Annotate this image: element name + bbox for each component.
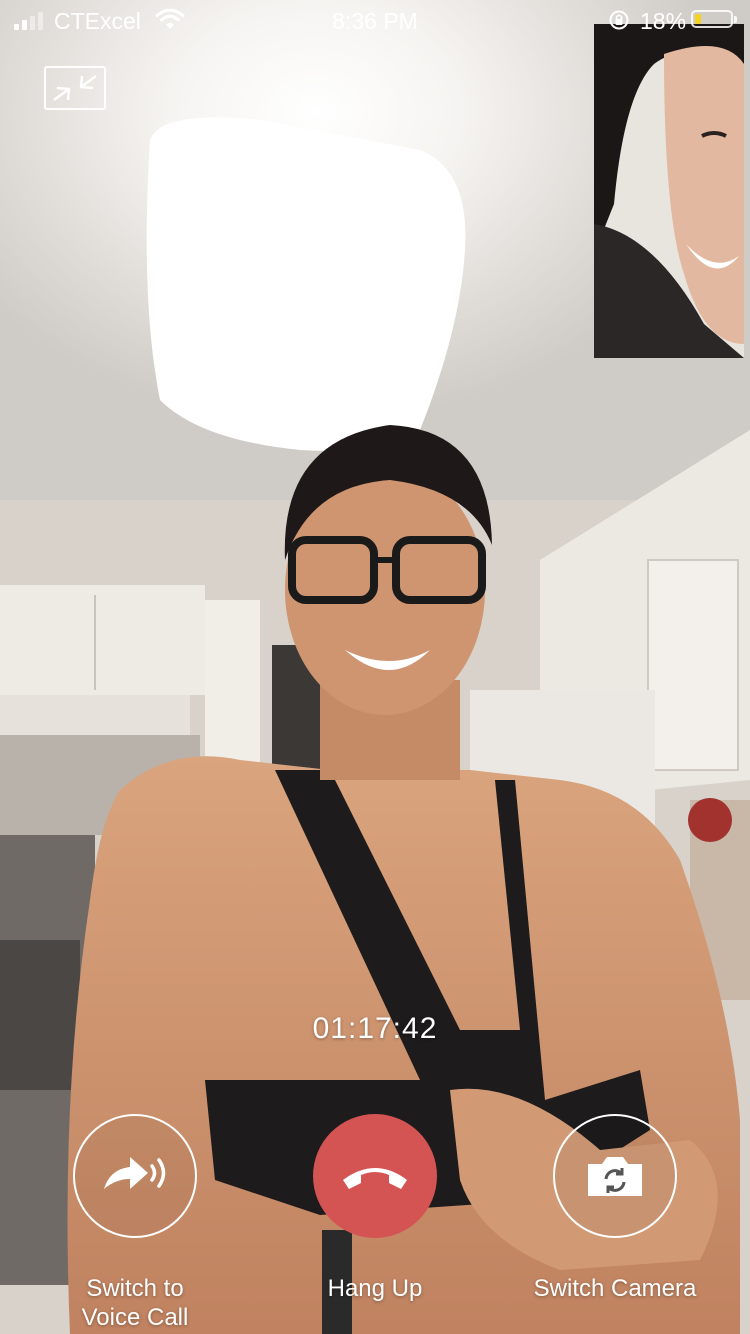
battery-percentage: 18% (640, 8, 687, 34)
status-time: 8:36 PM (332, 8, 418, 34)
minimize-call-button[interactable] (44, 66, 106, 110)
switch-to-voice-line-2: Voice Call (81, 1304, 189, 1331)
arrow-sound-icon (104, 1157, 166, 1189)
switch-camera-button[interactable] (553, 1114, 677, 1238)
call-duration: 01:17:42 (312, 1012, 438, 1045)
phone-hangup-icon (343, 1168, 407, 1189)
battery-icon (691, 10, 737, 28)
switch-to-voice-call-label: Switch to Voice Call (35, 1274, 235, 1332)
status-bar: CTExcel 8:36 PM 18% (0, 0, 750, 40)
orientation-lock-icon (608, 9, 630, 37)
battery-level-fill (695, 14, 701, 24)
switch-to-voice-line-1: Switch to (86, 1275, 184, 1302)
hang-up-button[interactable] (313, 1114, 437, 1238)
switch-to-voice-call-button[interactable] (73, 1114, 197, 1238)
self-preview-video[interactable] (594, 24, 744, 358)
hang-up-action: Hang Up (275, 1114, 475, 1303)
video-call-screen: CTExcel 8:36 PM 18% 01:17:42 Switch to V… (0, 0, 750, 1334)
camera-rotate-icon (588, 1157, 642, 1196)
switch-camera-action: Switch Camera (515, 1114, 715, 1303)
switch-camera-label: Switch Camera (533, 1275, 697, 1302)
hang-up-label: Hang Up (327, 1275, 423, 1302)
switch-to-voice-call-action: Switch to Voice Call (35, 1114, 235, 1332)
collapse-arrows-icon (53, 75, 97, 101)
